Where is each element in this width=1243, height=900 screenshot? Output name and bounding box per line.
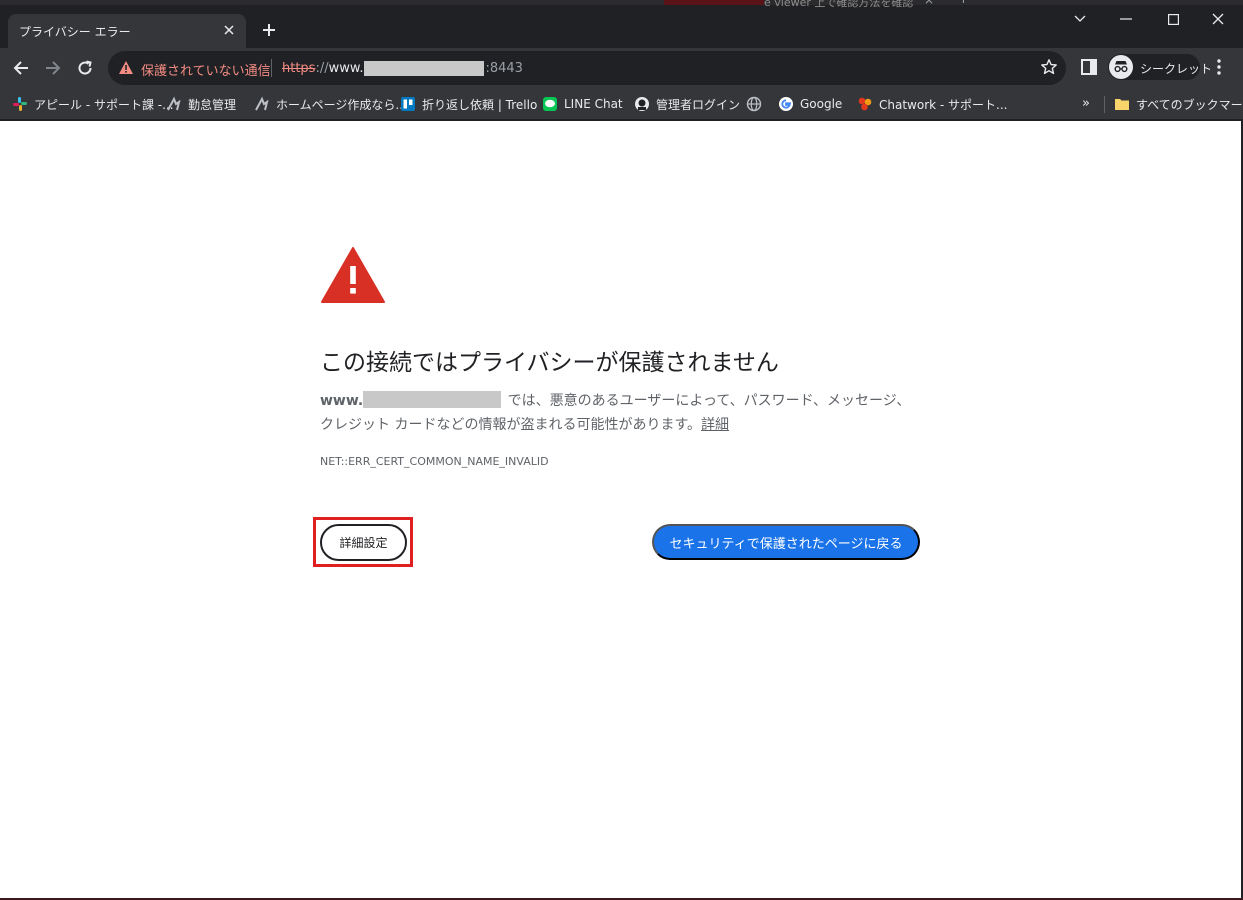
advanced-button[interactable]: 詳細設定 [320,524,407,561]
background-plus-icon: + [958,0,969,7]
chatwork-icon [857,96,873,112]
background-window-text: e viewer 上で確認方法を確認 [764,0,914,9]
bookmarks-bar: アピール - サポート課 -... 勤怠管理 ホームページ作成なら... 折り返… [0,88,1243,120]
tab-privacy-error[interactable]: プライバシー エラー [8,14,246,48]
security-status-label[interactable]: 保護されていない通信 [141,60,271,79]
bookmark-item[interactable]: LINE Chat [542,94,623,114]
bookmark-item[interactable]: アピール - サポート課 -... [12,94,174,114]
bookmarks-divider [1104,96,1105,113]
back-to-safety-button[interactable]: セキュリティで保護されたページに戻る [652,524,920,560]
forward-arrow-icon[interactable] [41,56,65,80]
tab-title: プライバシー エラー [19,25,131,39]
bookmark-label: Google [800,97,843,111]
background-close-icon: × [924,0,935,7]
url-redaction [364,61,485,76]
slack-icon [12,96,28,112]
error-heading: この接続ではプライバシーが保護されません [320,350,779,376]
url-separator: :// [315,61,329,76]
incognito-label: シークレット [1140,62,1213,76]
incognito-profile-button[interactable]: シークレット [1108,54,1212,80]
tab-search-icon[interactable] [1068,8,1092,30]
attendance-icon [166,96,182,112]
bookmark-label: ホームページ作成なら... [276,97,407,112]
reload-icon[interactable] [73,56,97,80]
omnibox-divider [271,59,272,77]
trello-icon [400,96,416,112]
close-tab-icon[interactable] [220,21,238,39]
background-window-strip [664,0,764,5]
all-bookmarks-label: すべてのブックマーク [1136,97,1243,112]
url-scheme: https [282,61,316,76]
incognito-icon [1108,54,1134,80]
bookmark-label: LINE Chat [564,97,623,111]
folder-icon [1114,96,1130,112]
bookmark-item[interactable]: 折り返し依頼 | Trello [400,94,537,114]
bookmark-label: Chatwork - サポート... [879,97,1008,112]
new-tab-button[interactable] [258,19,280,41]
side-panel-icon[interactable] [1078,56,1100,78]
host-redaction [363,391,502,408]
all-bookmarks-folder[interactable]: すべてのブックマーク [1114,94,1243,114]
error-host: www. [320,393,364,409]
not-secure-warning-icon[interactable] [118,60,134,79]
learn-more-link[interactable]: 詳細 [701,417,729,433]
address-bar[interactable]: 保護されていない通信 https://www. :8443 [108,51,1066,85]
back-arrow-icon[interactable] [9,56,33,80]
url-port: :8443 [485,61,523,76]
more-bookmarks-chevron[interactable]: » [1082,96,1090,111]
close-window-icon[interactable] [1206,8,1230,30]
bookmark-label: 折り返し依頼 | Trello [422,97,538,112]
error-code: NET::ERR_CERT_COMMON_NAME_INVALID [320,455,549,468]
minimize-icon[interactable] [1114,8,1138,30]
bookmark-item[interactable]: ホームページ作成なら... [254,94,407,114]
bookmark-item[interactable]: Google [778,94,842,114]
bookmark-item[interactable]: 勤怠管理 [166,94,236,114]
background-window-edge: e viewer 上で確認方法を確認 × + [0,0,1243,9]
maximize-icon[interactable] [1161,8,1185,30]
homepage-icon [254,96,270,112]
warning-triangle-icon [320,246,386,308]
bookmark-label: アピール - サポート課 -... [34,97,174,112]
bookmark-star-icon[interactable] [1040,58,1058,80]
url-text[interactable]: https://www. :8443 [282,61,523,76]
error-description: www. では、悪意のあるユーザーによって、パスワード、メッセージ、クレジット … [320,389,920,437]
url-host: www. [328,61,364,76]
bookmark-item[interactable]: 管理者ログイン [634,94,740,114]
toolbar: 保護されていない通信 https://www. :8443 シークレット [0,48,1243,88]
bookmark-item[interactable]: Chatwork - サポート... [857,94,1008,114]
bookmark-label: 管理者ログイン [656,97,741,112]
more-menu-icon[interactable] [1208,56,1230,78]
bookmark-label: 勤怠管理 [188,97,237,112]
line-icon [542,96,558,112]
admin-icon [634,96,650,112]
page-content: この接続ではプライバシーが保護されません www. では、悪意のあるユーザーによ… [0,121,1241,898]
globe-icon [746,96,762,112]
bookmark-item[interactable] [746,94,762,114]
tab-strip: e viewer 上で確認方法を確認 × + プライバシー エラー [0,0,1243,48]
google-icon [778,96,794,112]
